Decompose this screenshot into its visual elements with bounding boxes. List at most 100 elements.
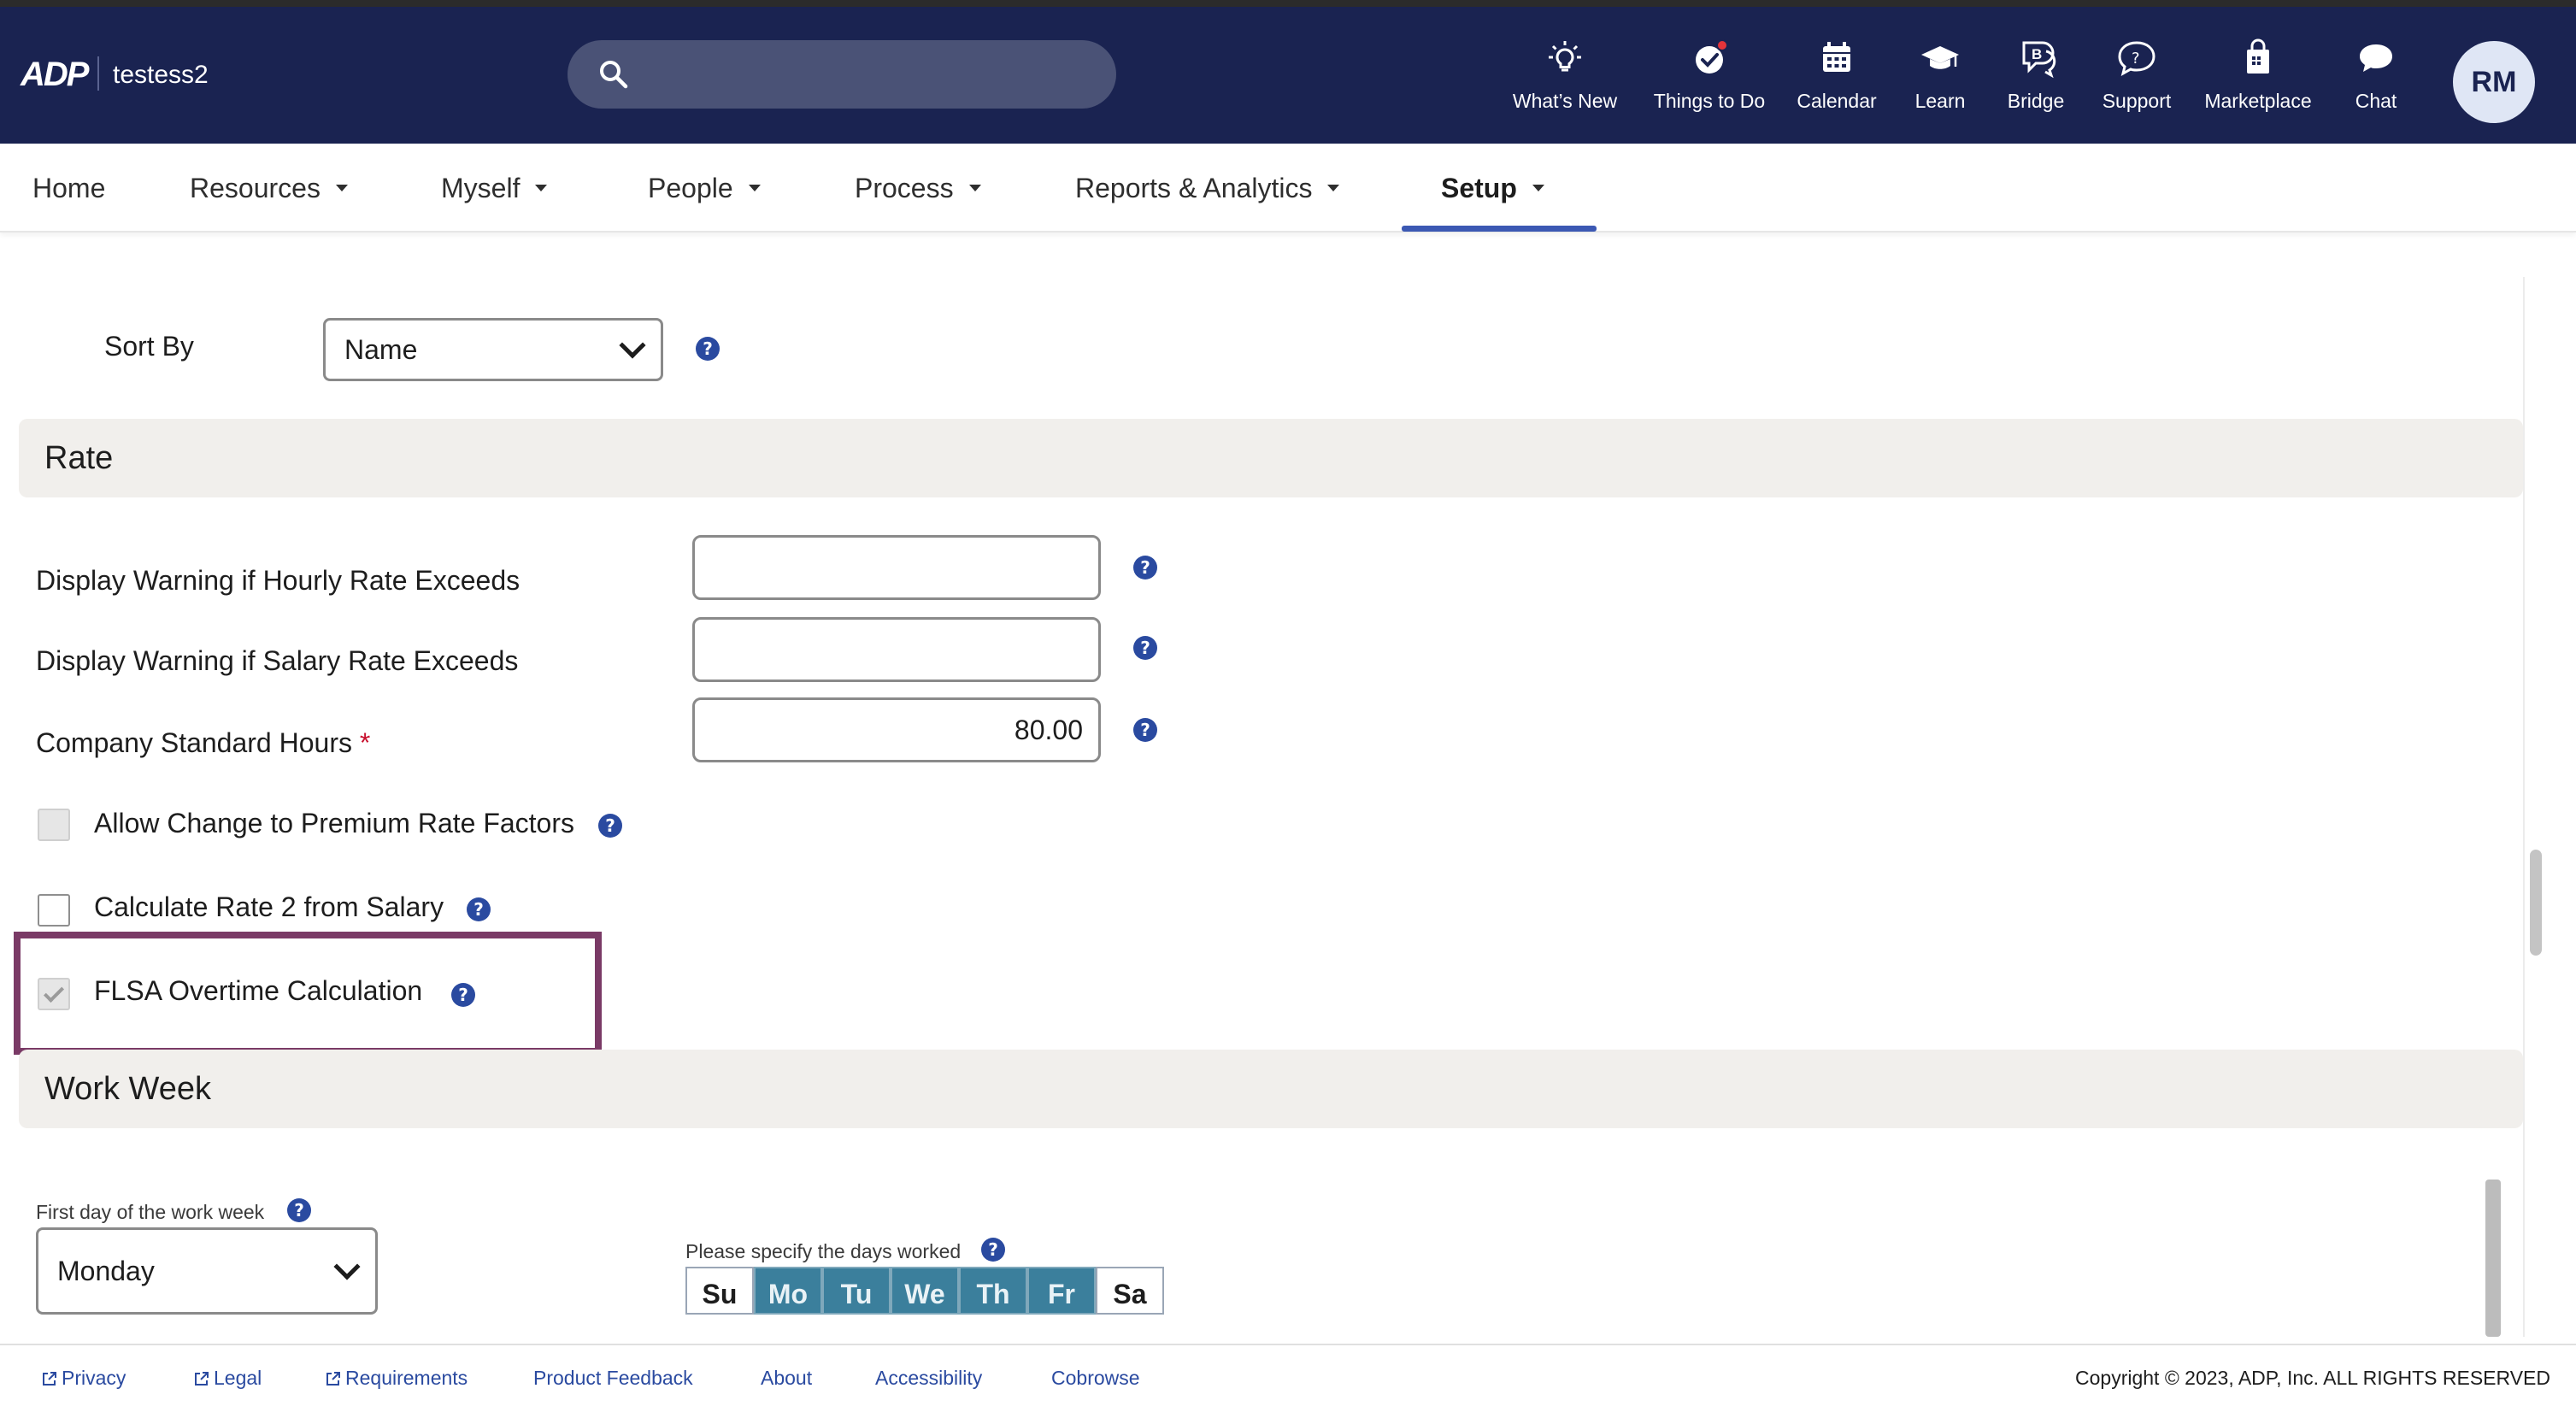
menu-process[interactable]: Process [855,144,981,232]
help-icon[interactable]: ? [696,337,720,361]
menu-label: Home [32,173,106,203]
rate2-from-salary-checkbox[interactable] [38,894,70,927]
nav-bridge[interactable]: B Bridge [2000,38,2072,132]
menu-label: Setup [1441,173,1517,203]
footer-link-requirements[interactable]: Requirements [325,1366,468,1390]
nav-chat[interactable]: Chat [2342,38,2410,132]
sort-by-value: Name [344,334,418,365]
footer-link-cobrowse[interactable]: Cobrowse [1051,1366,1140,1390]
chevron-down-icon [619,332,646,359]
menu-label: Process [855,173,954,203]
menu-label: People [648,173,733,203]
highlight-box [14,932,602,1055]
caret-down-icon [335,184,348,191]
caret-down-icon [535,184,548,191]
window-top-strip [0,0,2576,7]
caret-down-icon [1327,184,1340,191]
external-link-icon [326,1372,340,1386]
first-day-select[interactable]: Monday [36,1227,378,1315]
premium-rate-checkbox [38,809,70,841]
question-bubble-icon: ? [2118,41,2155,76]
menu-home[interactable]: Home [32,144,105,232]
footer-link-label: Privacy [62,1367,126,1389]
caret-down-icon [1532,184,1544,191]
svg-text:?: ? [2132,50,2140,68]
external-link-icon [43,1372,56,1386]
section-title: Rate [44,440,114,476]
days-worked-label: Please specify the days worked [685,1240,962,1262]
bridge-icon: B [2022,41,2056,79]
nav-label: Learn [1914,90,1966,112]
scroll-track [2523,277,2525,1337]
section-title: Work Week [44,1071,211,1107]
external-link-icon [195,1372,209,1386]
top-header: ADP testess2 What’s New Things to Do Cal… [0,7,2576,144]
day-toggle-sa[interactable]: Sa [1096,1267,1164,1315]
caret-down-icon [968,184,981,191]
salary-rate-label: Display Warning if Salary Rate Exceeds [36,645,519,676]
day-toggle-th[interactable]: Th [959,1267,1027,1315]
menu-resources[interactable]: Resources [190,144,348,232]
footer-link-label: Legal [214,1367,262,1389]
svg-text:B: B [2032,46,2042,62]
day-toggle-mo[interactable]: Mo [754,1267,822,1315]
salary-rate-input[interactable] [692,617,1101,682]
calendar-icon [1823,42,1850,72]
help-icon[interactable]: ? [467,897,491,921]
footer-link-accessibility[interactable]: Accessibility [875,1366,982,1390]
nav-label: Bridge [2007,90,2065,112]
nav-support[interactable]: ? Support [2096,38,2178,132]
rate2-from-salary-label: Calculate Rate 2 from Salary [94,891,444,922]
menu-label: Reports & Analytics [1075,173,1313,203]
menu-label: Resources [190,173,321,203]
main-menu: Home Resources Myself People Process Rep… [0,144,2576,232]
menu-label: Myself [441,173,520,203]
footer-link-legal[interactable]: Legal [193,1366,262,1390]
help-icon[interactable]: ? [981,1238,1005,1262]
help-icon[interactable]: ? [598,814,622,838]
sort-by-label: Sort By [104,331,194,362]
lightbulb-icon [1549,41,1581,72]
chat-bubble-icon [2360,44,2392,72]
menu-people[interactable]: People [648,144,761,232]
page-scrollbar[interactable] [2530,850,2542,956]
work-week-section-header: Work Week [19,1050,2523,1128]
help-icon[interactable]: ? [287,1198,311,1222]
user-avatar[interactable]: RM [2453,41,2535,123]
inner-scrollbar[interactable] [2485,1180,2501,1337]
nav-whats-new[interactable]: What’s New [1509,38,1620,132]
help-icon[interactable]: ? [1133,718,1157,742]
day-toggle-su[interactable]: Su [685,1267,754,1315]
settings-content: Sort By Name ? Rate Display Warning if H… [0,234,2576,1344]
shopping-bag-icon [2247,38,2269,74]
menu-reports-analytics[interactable]: Reports & Analytics [1075,144,1340,232]
help-icon[interactable]: ? [1133,556,1157,580]
nav-learn[interactable]: Learn [1908,38,1973,132]
menu-myself[interactable]: Myself [441,144,548,232]
day-toggle-we[interactable]: We [891,1267,959,1315]
footer-link-privacy[interactable]: Privacy [41,1366,126,1390]
footer-link-product-feedback[interactable]: Product Feedback [533,1366,693,1390]
standard-hours-label: Company Standard Hours * [36,727,370,759]
nav-label: Calendar [1797,90,1877,112]
standard-hours-input[interactable]: 80.00 [692,697,1101,762]
nav-label: Chat [2355,90,2397,112]
nav-things-to-do[interactable]: Things to Do [1650,38,1769,132]
day-toggle-fr[interactable]: Fr [1027,1267,1096,1315]
first-day-label: First day of the work week [36,1201,265,1223]
nav-label: What’s New [1512,90,1618,112]
required-marker: * [359,727,371,758]
day-toggle-tu[interactable]: Tu [822,1267,891,1315]
graduation-cap-icon [1921,46,1959,69]
nav-calendar[interactable]: Calendar [1793,38,1880,132]
footer-link-label: Requirements [345,1367,468,1389]
help-icon[interactable]: ? [1133,636,1157,660]
sort-by-select[interactable]: Name [323,318,663,381]
premium-rate-label: Allow Change to Premium Rate Factors [94,808,574,838]
hourly-rate-label: Display Warning if Hourly Rate Exceeds [36,565,520,596]
footer-link-about[interactable]: About [761,1366,812,1390]
hourly-rate-input[interactable] [692,535,1101,600]
nav-marketplace[interactable]: Marketplace [2195,38,2321,132]
nav-label: Things to Do [1653,90,1766,112]
menu-setup[interactable]: Setup [1441,144,1544,232]
